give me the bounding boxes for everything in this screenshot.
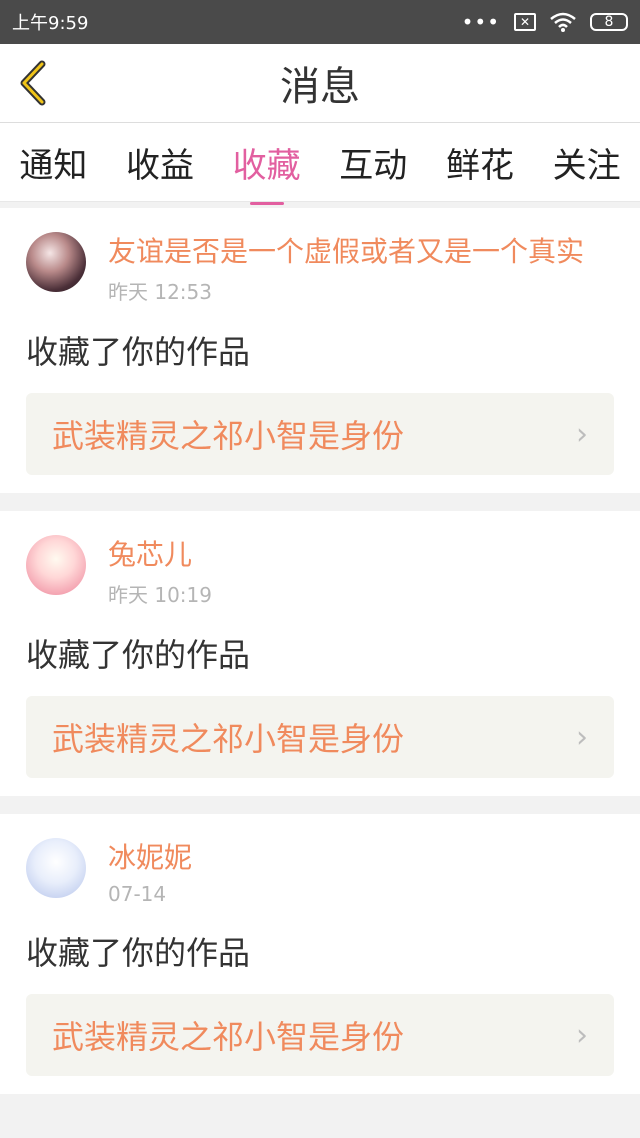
chevron-right-icon: › <box>576 719 588 755</box>
action-text: 收藏了你的作品 <box>26 636 251 674</box>
battery-icon: 8 <box>590 13 628 31</box>
message-feed: 友谊是否是一个虚假或者又是一个真实 昨天 12:53 收藏了你的作品 武装精灵之… <box>0 202 640 1094</box>
timestamp: 昨天 10:19 <box>108 583 212 607</box>
message-card: 友谊是否是一个虚假或者又是一个真实 昨天 12:53 收藏了你的作品 武装精灵之… <box>0 208 640 493</box>
tab-interactions[interactable]: 互动 <box>335 132 411 193</box>
message-card: 冰妮妮 07-14 收藏了你的作品 武装精灵之祁小智是身份 › <box>0 814 640 1094</box>
tab-flowers[interactable]: 鲜花 <box>442 132 518 193</box>
username[interactable]: 友谊是否是一个虚假或者又是一个真实 <box>108 232 614 272</box>
avatar[interactable] <box>26 838 86 898</box>
sim-card-icon: ✕ <box>514 13 536 31</box>
timestamp: 昨天 12:53 <box>108 280 212 304</box>
status-icons: ••• ✕ 8 <box>462 10 628 34</box>
work-title: 武装精灵之祁小智是身份 <box>52 1018 405 1056</box>
tab-earnings[interactable]: 收益 <box>122 132 198 193</box>
timestamp: 07-14 <box>108 882 167 906</box>
user-meta: 兔芯儿 昨天 10:19 <box>108 535 614 608</box>
username[interactable]: 冰妮妮 <box>108 838 614 878</box>
page-title: 消息 <box>280 64 360 110</box>
card-header: 友谊是否是一个虚假或者又是一个真实 昨天 12:53 <box>26 232 614 305</box>
avatar[interactable] <box>26 535 86 595</box>
status-bar: 上午9:59 ••• ✕ 8 <box>0 0 640 44</box>
user-meta: 友谊是否是一个虚假或者又是一个真实 昨天 12:53 <box>108 232 614 305</box>
work-link[interactable]: 武装精灵之祁小智是身份 › <box>26 994 614 1076</box>
work-title: 武装精灵之祁小智是身份 <box>52 417 405 455</box>
work-title: 武装精灵之祁小智是身份 <box>52 720 405 758</box>
work-link[interactable]: 武装精灵之祁小智是身份 › <box>26 393 614 475</box>
message-card: 兔芯儿 昨天 10:19 收藏了你的作品 武装精灵之祁小智是身份 › <box>0 511 640 796</box>
chevron-right-icon: › <box>576 1017 588 1053</box>
card-header: 兔芯儿 昨天 10:19 <box>26 535 614 608</box>
more-dots-icon: ••• <box>461 10 500 34</box>
work-link[interactable]: 武装精灵之祁小智是身份 › <box>26 696 614 778</box>
card-header: 冰妮妮 07-14 <box>26 838 614 906</box>
status-time: 上午9:59 <box>12 13 89 34</box>
header: 消息 <box>0 44 640 123</box>
tab-bar: 通知 收益 收藏 互动 鲜花 关注 <box>0 123 640 202</box>
action-text: 收藏了你的作品 <box>26 333 251 371</box>
username[interactable]: 兔芯儿 <box>108 535 614 575</box>
back-chevron-icon[interactable] <box>14 60 54 106</box>
wifi-icon <box>550 12 576 32</box>
user-meta: 冰妮妮 07-14 <box>108 838 614 906</box>
tab-favorites[interactable]: 收藏 <box>229 132 305 193</box>
tab-following[interactable]: 关注 <box>549 132 625 193</box>
action-text: 收藏了你的作品 <box>26 934 251 972</box>
chevron-right-icon: › <box>576 416 588 452</box>
tab-notifications[interactable]: 通知 <box>15 132 91 193</box>
avatar[interactable] <box>26 232 86 292</box>
